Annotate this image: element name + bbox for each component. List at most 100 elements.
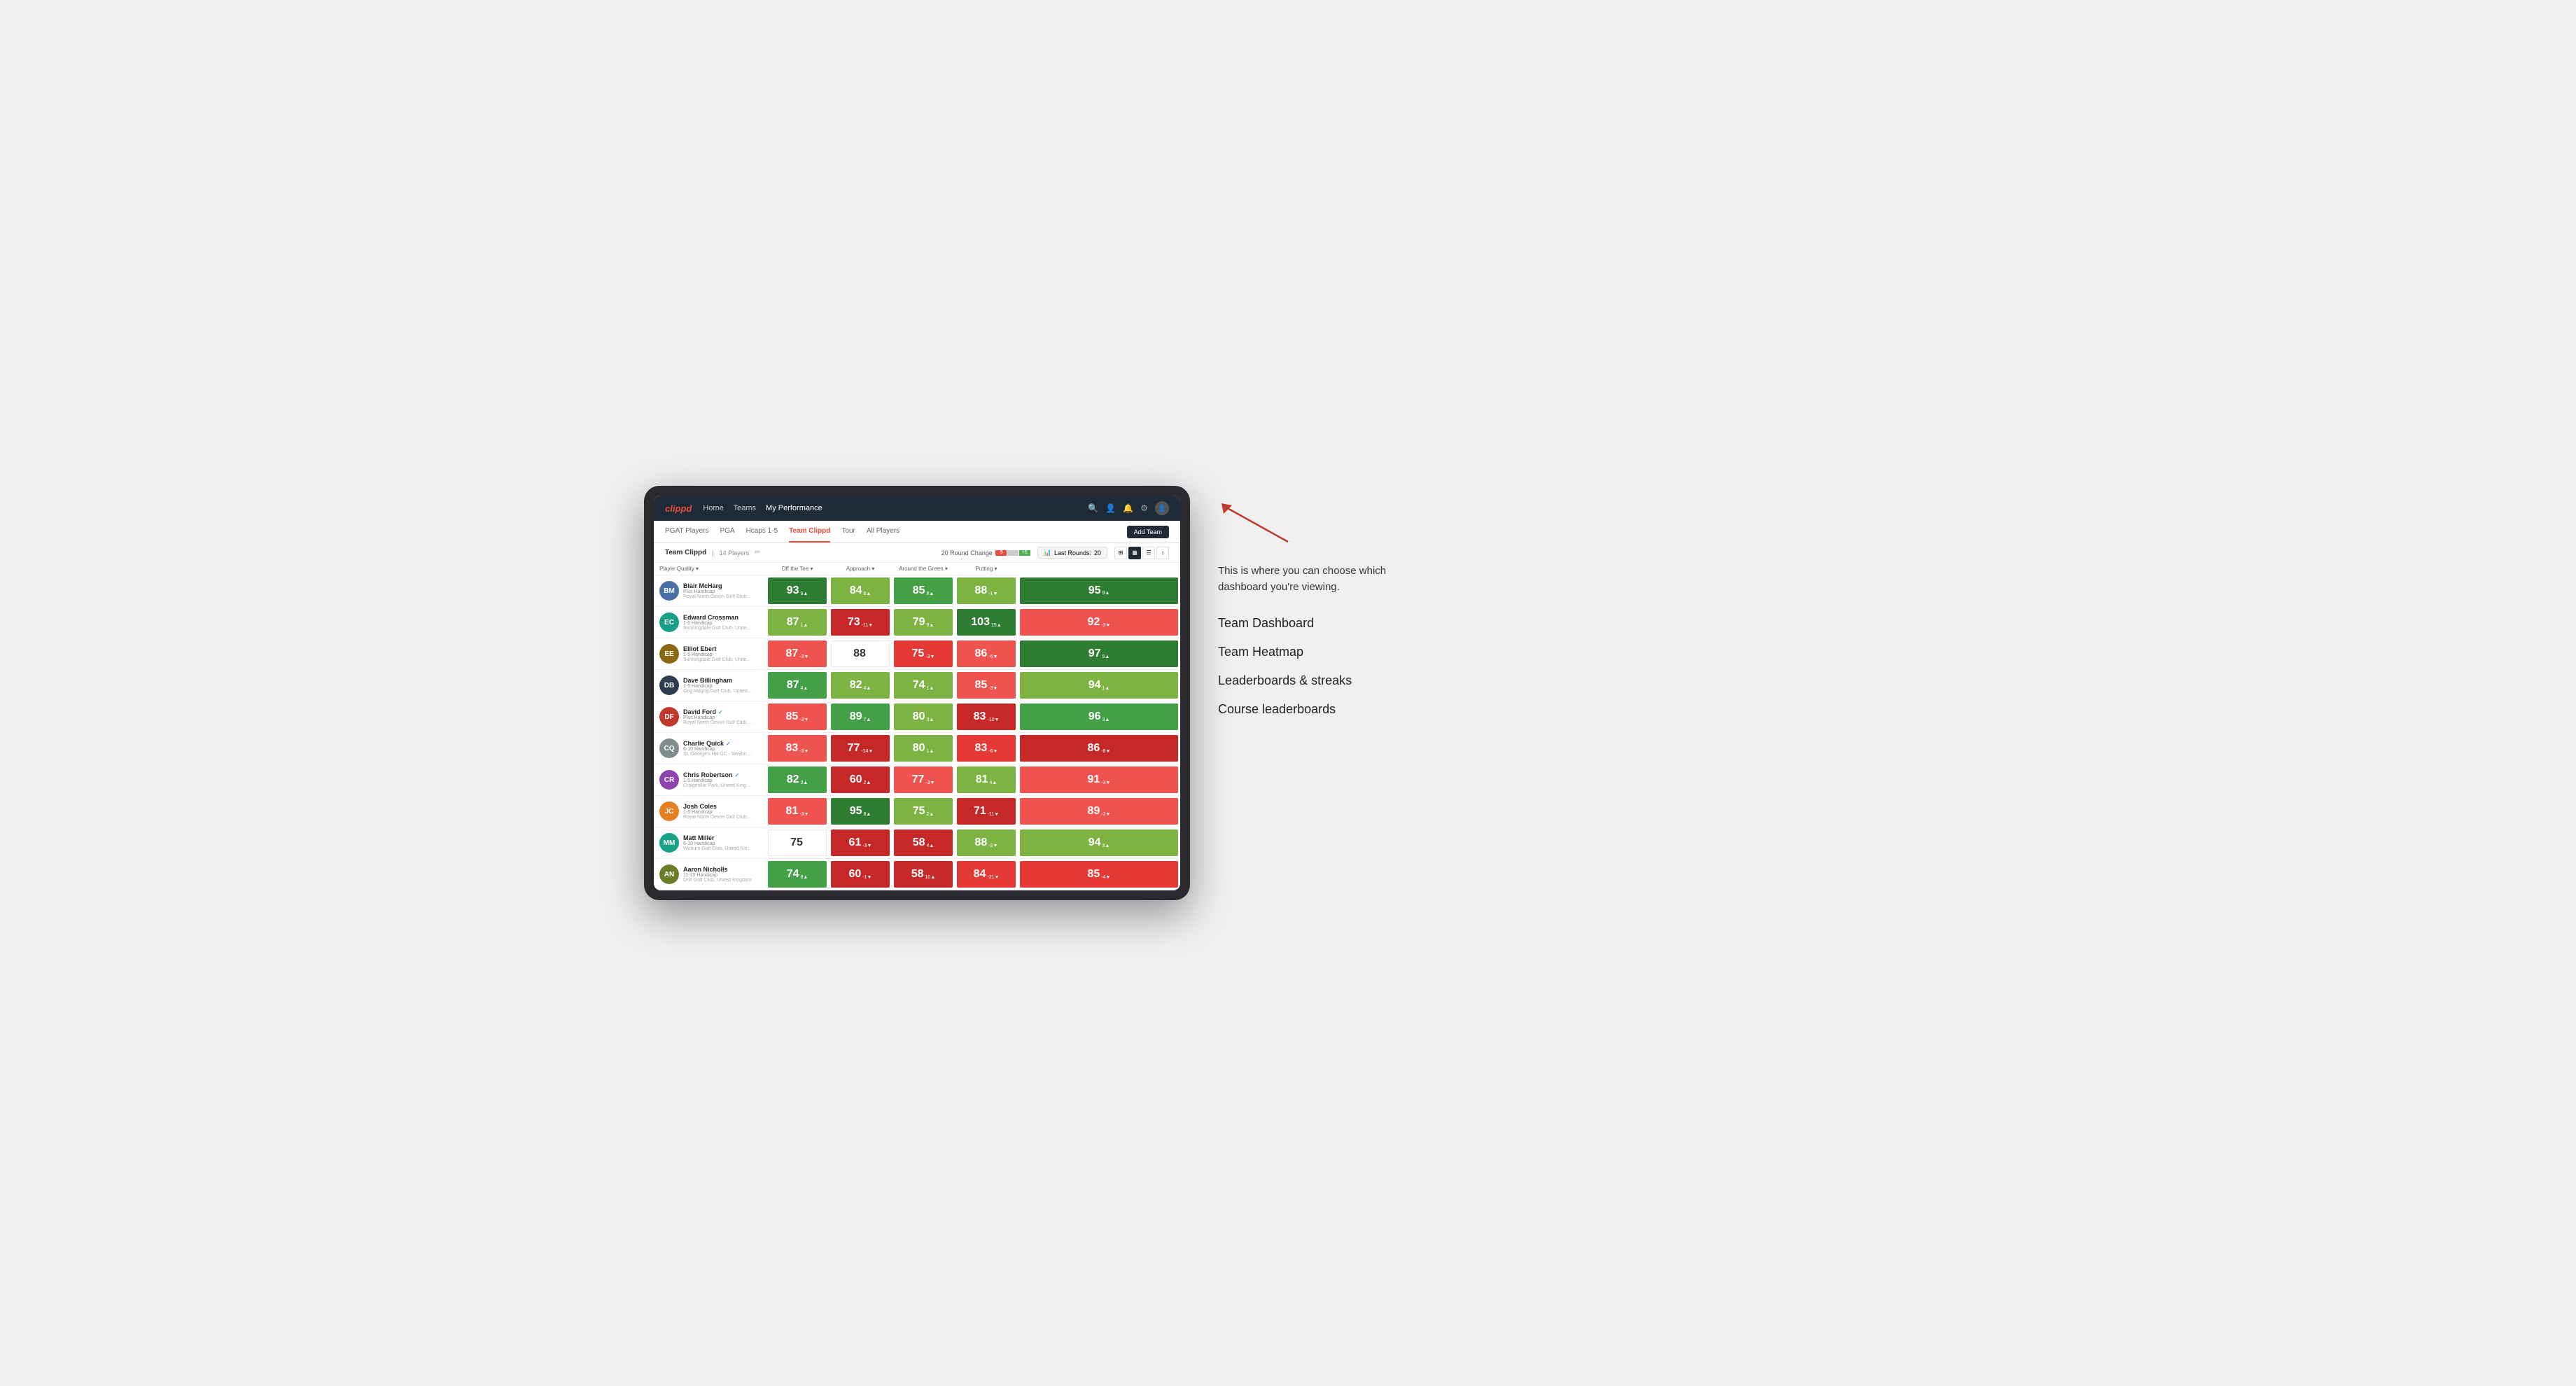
nav-my-performance[interactable]: My Performance [766,503,822,514]
player-cell-8[interactable]: MM Matt Miller 6-10 Handicap Woburn Golf… [654,827,766,859]
list-view-button[interactable]: ☰ [1142,547,1155,559]
player-handicap: 6-10 Handicap [683,747,760,752]
subnav-team-clippd[interactable]: Team Clippd [789,521,830,542]
table-row[interactable]: MM Matt Miller 6-10 Handicap Woburn Golf… [654,827,1180,859]
table-row[interactable]: EC Edward Crossman 1-5 Handicap Sunningd… [654,607,1180,638]
subnav-hcaps[interactable]: Hcaps 1-5 [746,521,778,542]
score-change: -3▼ [925,654,934,659]
player-club: Royal North Devon Golf Club, United King… [683,815,753,820]
col-off-tee[interactable]: Off the Tee ▾ [766,563,829,575]
score-box: 75 -3▼ [894,640,953,667]
score-box: 77 -14▼ [831,735,890,762]
score-cell-8-4: 94 3▲ [1018,827,1180,859]
score-box: 80 1▲ [894,735,953,762]
search-icon[interactable]: 🔍 [1088,503,1098,513]
nav-teams[interactable]: Teams [734,503,756,514]
score-change: 3▲ [1102,718,1110,722]
table-row[interactable]: CR Chris Robertson ✓ 1-5 Handicap Craigm… [654,764,1180,796]
score-box: 85 -4▼ [1020,861,1178,888]
score-change: -11▼ [862,623,874,628]
score-cell-0-0: 93 9▲ [766,575,829,607]
table-row[interactable]: CQ Charlie Quick ✓ 6-10 Handicap St. Geo… [654,733,1180,764]
score-cell-4-0: 85 -3▼ [766,701,829,733]
col-putting[interactable]: Putting ▾ [955,563,1018,575]
score-change: 2▲ [863,780,871,785]
score-change: -2▼ [1101,812,1110,817]
score-box: 94 1▲ [1020,672,1178,699]
nav-links: Home Teams My Performance [703,503,1077,514]
player-handicap: 1-5 Handicap [683,778,760,783]
player-cell-0[interactable]: BM Blair McHarg Plus Handicap Royal Nort… [654,575,766,607]
table-row[interactable]: JC Josh Coles 1-5 Handicap Royal North D… [654,796,1180,827]
player-name: Blair McHarg [683,582,760,589]
score-cell-5-2: 80 1▲ [892,733,955,764]
last-rounds-button[interactable]: 📊 Last Rounds: 20 [1037,547,1107,559]
player-cell-5[interactable]: CQ Charlie Quick ✓ 6-10 Handicap St. Geo… [654,733,766,764]
score-cell-0-4: 95 9▲ [1018,575,1180,607]
player-avatar: CQ [659,738,679,758]
score-value: 86 [1088,742,1100,755]
score-change: -3▼ [988,686,997,691]
player-name: Elliot Ebert [683,645,760,652]
player-cell-9[interactable]: AN Aaron Nicholls 11-15 Handicap Drift G… [654,859,766,890]
performance-table: Player Quality ▾ Off the Tee ▾ Approach … [654,563,1180,890]
score-cell-5-3: 83 -6▼ [955,733,1018,764]
heatmap-view-button[interactable]: ▦ [1128,547,1141,559]
score-value: 85 [975,679,988,692]
player-avatar: DF [659,707,679,727]
score-box: 87 1▲ [768,609,827,636]
player-cell-6[interactable]: CR Chris Robertson ✓ 1-5 Handicap Craigm… [654,764,766,796]
grid-view-button[interactable]: ⊞ [1114,547,1127,559]
player-name: Edward Crossman [683,614,760,621]
option-team-dashboard: Team Dashboard [1218,616,1932,631]
subnav-pga[interactable]: PGA [720,521,734,542]
score-value: 77 [912,774,925,786]
nav-home[interactable]: Home [703,503,723,514]
table-row[interactable]: DB Dave Billingham 1-5 Handicap Gog Mago… [654,670,1180,701]
table-row[interactable]: AN Aaron Nicholls 11-15 Handicap Drift G… [654,859,1180,890]
score-change: 9▲ [800,592,808,596]
score-box: 81 4▲ [957,766,1016,793]
annotation-intro-text: This is where you can choose which dashb… [1218,564,1414,595]
score-value: 71 [974,805,986,818]
last-rounds-value: 20 [1094,550,1101,556]
score-box: 74 1▲ [894,672,953,699]
subnav-tour[interactable]: Tour [841,521,855,542]
option-course-leaderboards: Course leaderboards [1218,702,1932,717]
table-row[interactable]: BM Blair McHarg Plus Handicap Royal Nort… [654,575,1180,607]
score-cell-0-3: 88 -1▼ [955,575,1018,607]
player-cell-3[interactable]: DB Dave Billingham 1-5 Handicap Gog Mago… [654,670,766,701]
view-toggle: ⊞ ▦ ☰ ↕ [1114,547,1169,559]
edit-icon[interactable]: ✏ [755,549,760,556]
subnav-pgat[interactable]: PGAT Players [665,521,708,542]
score-change: 1▲ [800,623,808,628]
subnav-all-players[interactable]: All Players [867,521,899,542]
player-cell-2[interactable]: EE Elliot Ebert 1-5 Handicap Sunningdale… [654,638,766,670]
score-box: 60 2▲ [831,766,890,793]
col-around-green[interactable]: Around the Green ▾ [892,563,955,575]
player-cell-4[interactable]: DF David Ford ✓ Plus Handicap Royal Nort… [654,701,766,733]
score-box: 85 -3▼ [957,672,1016,699]
bell-icon[interactable]: 🔔 [1123,503,1133,513]
col-approach[interactable]: Approach ▾ [829,563,892,575]
player-cell-7[interactable]: JC Josh Coles 1-5 Handicap Royal North D… [654,796,766,827]
avatar[interactable]: 👤 [1155,501,1169,515]
score-cell-5-4: 86 -8▼ [1018,733,1180,764]
col-player-quality[interactable]: Player Quality ▾ [654,563,766,575]
score-box: 94 3▲ [1020,830,1178,856]
settings-view-button[interactable]: ↕ [1156,547,1169,559]
score-box: 75 2▲ [894,798,953,825]
score-box: 85 -3▼ [768,704,827,730]
user-icon[interactable]: 👤 [1105,503,1116,513]
score-change: 1▲ [926,686,934,691]
table-row[interactable]: EE Elliot Ebert 1-5 Handicap Sunningdale… [654,638,1180,670]
table-row[interactable]: DF David Ford ✓ Plus Handicap Royal Nort… [654,701,1180,733]
player-info: Dave Billingham 1-5 Handicap Gog Magog G… [683,677,760,694]
add-team-button[interactable]: Add Team [1127,526,1169,538]
player-cell-1[interactable]: EC Edward Crossman 1-5 Handicap Sunningd… [654,607,766,638]
score-box: 88 [831,640,890,667]
score-value: 92 [1088,616,1100,629]
round-change-label: 20 Round Change -5 +5 [941,550,1030,556]
sub-nav-right: Add Team [1127,525,1169,538]
settings-icon[interactable]: ⚙ [1140,503,1148,513]
